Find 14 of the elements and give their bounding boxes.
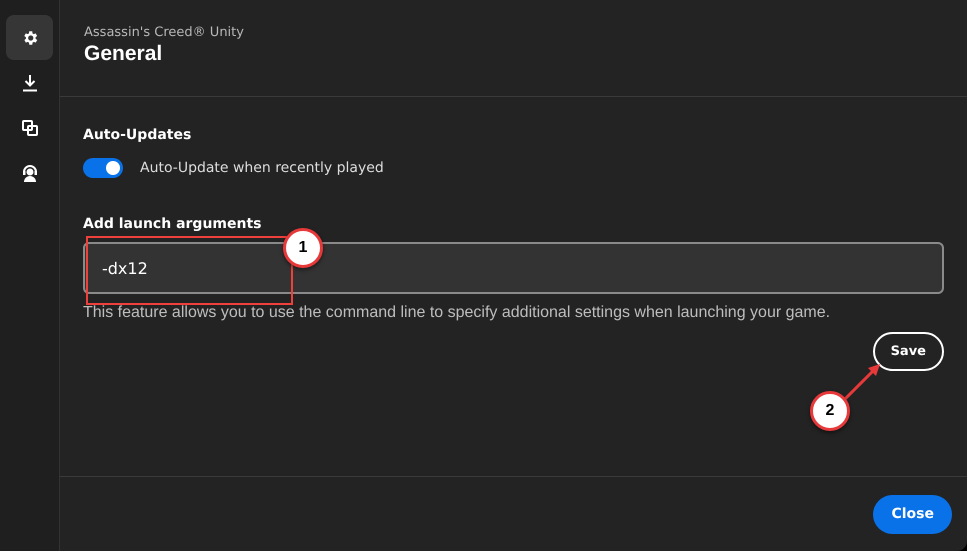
toggle-label: Auto-Update when recently played — [140, 160, 384, 176]
headset-person-icon — [20, 164, 38, 182]
help-text: This feature allows you to use the command line to specify additional settings when launching your game. — [83, 304, 830, 322]
section-heading: Add launch arguments — [83, 216, 262, 232]
game-title: Assassin's Creed® Unity — [84, 25, 244, 40]
step-badge: 2 — [810, 391, 850, 431]
sidebar-tab[interactable] — [6, 15, 53, 60]
step-badge: 1 — [283, 228, 323, 268]
section-heading: Auto-Updates — [83, 127, 192, 143]
close-button[interactable]: Close — [873, 494, 952, 534]
overlapping-squares-icon — [22, 120, 38, 136]
download-icon — [22, 74, 38, 92]
page-title: General — [84, 42, 162, 66]
toggle-switch[interactable] — [83, 158, 123, 178]
